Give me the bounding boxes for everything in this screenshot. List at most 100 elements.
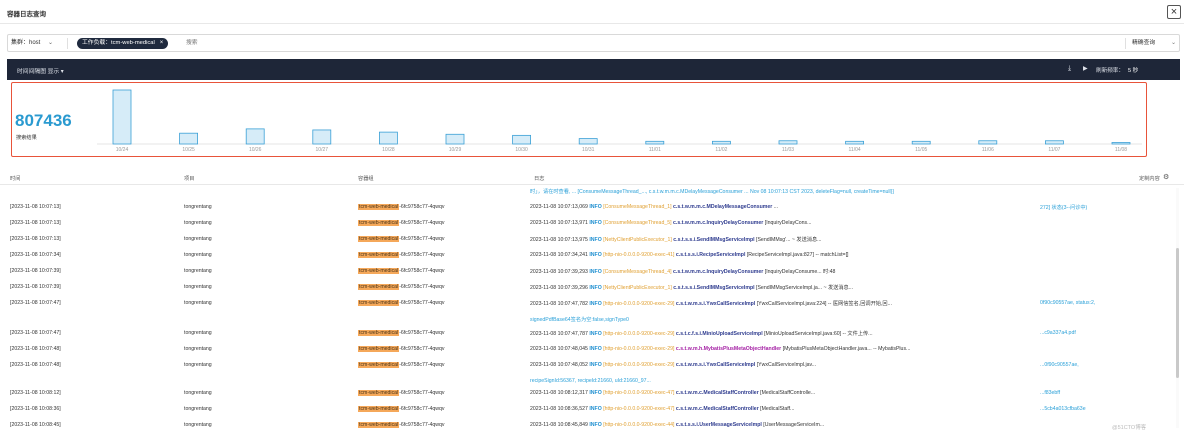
log-class: c.s.t.s.s.i.SendIMMsgServiceImpl <box>673 237 755 243</box>
log-class: c.s.t.s.s.i.UserMessageServiceImpl <box>675 422 762 428</box>
chevron-down-icon: ⌄ <box>1171 40 1176 46</box>
x-tick-label: 11/06 <box>982 147 994 153</box>
histogram-bar[interactable] <box>911 140 931 145</box>
row-time: [2023-11-08 10:07:47] <box>10 300 61 306</box>
container-highlight: tcm-web-medical <box>358 390 400 396</box>
table-row[interactable]: [2023-11-08 10:08:36] tongrentang tcm-web-… <box>0 401 1184 417</box>
workload-tag-label: 工作负载：tcm-web-medical <box>82 40 155 46</box>
log-timestamp: 2023-11-08 10:07:13,971 <box>530 220 588 226</box>
log-level: INFO <box>589 301 602 307</box>
table-row[interactable]: [2023-11-08 10:07:13] tongrentang tcm-web-… <box>0 231 1184 247</box>
log-thread: [http-nio-0.0.0.0-9200-exec-47] <box>603 390 675 396</box>
table-row[interactable]: [2023-11-08 10:07:39] tongrentang tcm-web-… <box>0 279 1184 295</box>
x-tick-label: 10/26 <box>249 147 262 153</box>
container-highlight: tcm-web-medical <box>358 300 400 306</box>
log-class: c.s.t.w.m.s.i.YwxCallServiceImpl <box>675 301 756 307</box>
log-tail: ...5cb4a013cfba63e <box>1040 406 1086 412</box>
container-suffix: -6fc9758c77-4qwqv <box>399 390 445 396</box>
log-thread: [http-nio-0.0.0.0-9200-exec-41] <box>603 252 675 258</box>
x-tick-label: 10/31 <box>582 147 595 153</box>
table-row[interactable]: [2023-11-08 10:07:13] tongrentang tcm-web-… <box>0 199 1184 215</box>
scrollbar-thumb[interactable] <box>1176 248 1179 378</box>
row-project: tongrentang <box>184 406 212 412</box>
histogram-bar[interactable] <box>445 133 465 145</box>
table-row[interactable]: [2023-11-08 10:07:48] tongrentang tcm-web-… <box>0 357 1184 373</box>
container-suffix: -6fc9758c77-4qwqv <box>399 236 445 242</box>
table-row[interactable]: [2023-11-08 10:07:39] tongrentang tcm-web-… <box>0 263 1184 279</box>
log-thread: [ConsumeMessageThread_4] <box>603 269 672 275</box>
log-thread: [ConsumeMessageThread_1] <box>603 204 672 210</box>
table-row[interactable]: [2023-11-08 10:07:47] tongrentang tcm-web-… <box>0 325 1184 341</box>
histogram-bar[interactable] <box>978 140 998 145</box>
log-message: [YwxCallServiceImpl.jav... <box>755 362 817 368</box>
container-suffix: -6fc9758c77-4qwqv <box>399 204 445 210</box>
table-row[interactable]: [2023-11-08 10:08:45] tongrentang tcm-web-… <box>0 417 1184 433</box>
histogram-bar[interactable] <box>245 128 265 145</box>
column-log: 日志 <box>534 176 545 182</box>
refresh-rate-value[interactable]: 5 秒 <box>1128 66 1138 74</box>
chevron-down-icon: ⌄ <box>48 40 54 46</box>
row-time: [2023-11-08 10:07:48] <box>10 362 61 368</box>
scrollbar[interactable] <box>1176 188 1179 428</box>
row-log: 2023-11-08 10:07:13,971 INFO [ConsumeMes… <box>530 220 811 226</box>
histogram-bar[interactable] <box>778 140 798 145</box>
log-level: INFO <box>589 204 602 210</box>
table-row[interactable]: [2023-11-08 10:07:34] tongrentang tcm-web-… <box>0 247 1184 263</box>
histogram-bar[interactable] <box>1111 142 1131 145</box>
container-suffix: -6fc9758c77-4qwqv <box>399 284 445 290</box>
histogram-bar[interactable] <box>845 140 864 145</box>
log-level: INFO <box>589 390 602 396</box>
container-suffix: -6fc9758c77-4qwqv <box>399 406 445 412</box>
histogram-bar[interactable] <box>312 129 332 145</box>
log-message: ... <box>772 204 779 210</box>
download-icon[interactable]: ⤓ <box>1068 65 1071 73</box>
play-icon[interactable]: ▶ <box>1083 65 1088 72</box>
log-level: INFO <box>589 331 602 337</box>
histogram-chart: 807436 搜索结果 10/24 10/25 10/26 10/27 10/28 10/… <box>11 82 1147 157</box>
histogram-bar[interactable] <box>645 140 665 145</box>
row-project: tongrentang <box>184 422 212 428</box>
histogram-bar[interactable] <box>712 140 731 145</box>
log-level: INFO <box>589 362 602 368</box>
container-suffix: -6fc9758c77-4qwqv <box>399 422 445 428</box>
log-message: [YwxCallServiceImpl.java:224] -- 医网信签名,回… <box>755 301 892 307</box>
gear-icon[interactable]: ⚙ <box>1163 173 1169 181</box>
log-level: INFO <box>589 269 602 275</box>
histogram-bar[interactable] <box>1045 140 1064 145</box>
histogram-toggle[interactable]: 时间间隔图 显示 ▾ <box>17 66 64 75</box>
cluster-select[interactable]: 集群：host ⌄ <box>11 38 53 49</box>
query-mode-select[interactable]: 精确查询 ⌄ <box>1125 38 1179 49</box>
histogram-header: 时间间隔图 显示 ▾ ⤓ ▶ 刷新频率： 5 秒 <box>7 59 1180 80</box>
log-class: c.s.t.c.f.s.i.MinioUploadServiceImpl <box>675 331 763 337</box>
histogram-bar[interactable] <box>112 89 132 145</box>
table-row[interactable]: [2023-11-08 10:07:47] tongrentang tcm-web-… <box>0 295 1184 311</box>
container-suffix: -6fc9758c77-4qwqv <box>399 252 445 258</box>
close-icon[interactable]: × <box>1167 5 1181 19</box>
workload-tag[interactable]: 工作负载：tcm-web-medical × <box>77 38 169 49</box>
row-project: tongrentang <box>184 220 212 226</box>
histogram-bar[interactable] <box>378 131 398 145</box>
x-tick-label: 11/03 <box>782 147 794 153</box>
container-highlight: tcm-web-medical <box>358 330 400 336</box>
row-project: tongrentang <box>184 252 212 258</box>
histogram-bar[interactable] <box>578 138 598 145</box>
table-row[interactable]: [2023-11-08 10:07:13] tongrentang tcm-web-… <box>0 215 1184 231</box>
log-thread: [http-nio-0.0.0.0-9200-exec-29] <box>603 346 675 352</box>
search-input[interactable] <box>186 38 966 49</box>
log-class: c.s.t.w.m.m.c.InquiryDelayConsumer <box>673 220 764 226</box>
log-level: INFO <box>589 422 602 428</box>
table-row[interactable]: [2023-11-08 10:08:12] tongrentang tcm-web-… <box>0 385 1184 401</box>
log-timestamp: 2023-11-08 10:08:36,527 <box>530 406 588 412</box>
histogram-bar[interactable] <box>512 134 532 145</box>
row-time: [2023-11-08 10:08:12] <box>10 390 61 396</box>
close-icon[interactable]: × <box>160 40 164 46</box>
row-container: tcm-web-medical-6fc9758c77-4qwqv <box>358 236 444 242</box>
filter-bar: 集群：host ⌄ 工作负载：tcm-web-medical × 精确查询 ⌄ <box>7 34 1180 52</box>
column-custom[interactable]: 定制内容 <box>1139 175 1160 182</box>
container-highlight: tcm-web-medical <box>358 362 400 368</box>
log-class: c.s.t.w.m.m.c.MDelayMessageConsumer <box>673 204 773 210</box>
table-row[interactable]: [2023-11-08 10:07:48] tongrentang tcm-web-… <box>0 341 1184 357</box>
x-tick-label: 10/25 <box>182 147 195 153</box>
histogram-bar[interactable] <box>179 132 199 145</box>
row-time: [2023-11-08 10:07:47] <box>10 330 61 336</box>
